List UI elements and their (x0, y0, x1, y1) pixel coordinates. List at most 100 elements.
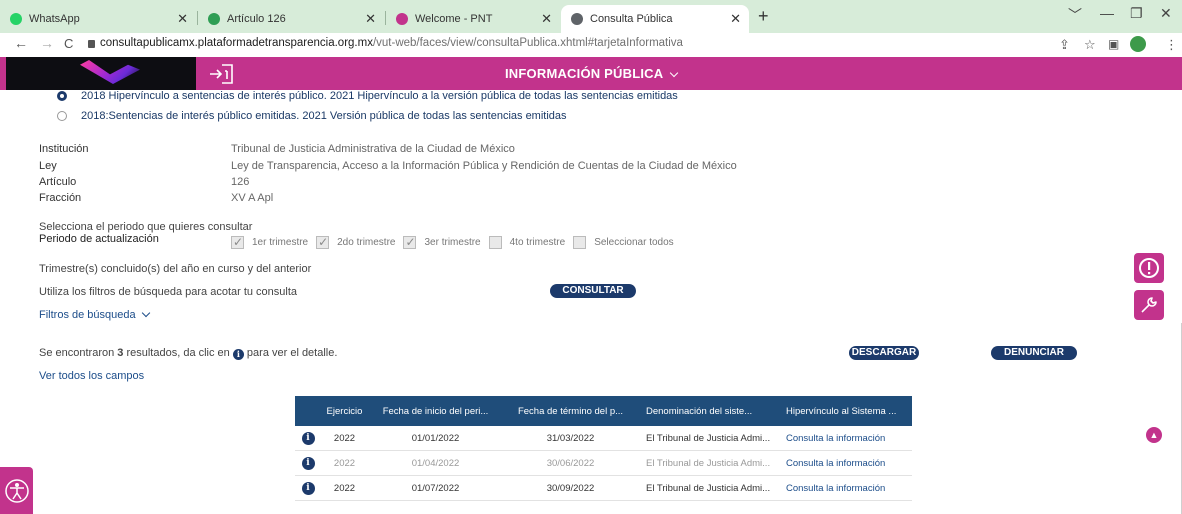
results-summary: Se encontraron 3 resultados, da clic en … (39, 347, 337, 360)
tab-title: Artículo 126 (227, 13, 286, 25)
search-filters-toggle[interactable]: Filtros de búsqueda (39, 308, 150, 321)
format-option[interactable]: 2018:Sentencias de interés público emiti… (57, 110, 567, 122)
arrow-up-icon[interactable]: ▲ (1146, 427, 1162, 443)
table-row: i 2022 01/01/2022 31/03/2022 El Tribunal… (295, 426, 912, 451)
alert-button[interactable] (1134, 253, 1164, 283)
star-icon[interactable]: ☆ (1084, 37, 1096, 53)
table-row: i 2022 01/07/2022 30/09/2022 El Tribunal… (295, 476, 912, 501)
start-date-cell: 01/01/2022 (411, 432, 460, 444)
close-icon[interactable]: ✕ (541, 11, 552, 27)
column-header[interactable]: Fecha de término del p... (503, 406, 638, 417)
fraction-label: Fracción (39, 192, 82, 204)
consult-link[interactable]: Consulta la información (778, 483, 912, 494)
consult-link[interactable]: Consulta la información (778, 433, 912, 444)
article-value: 126 (231, 176, 250, 188)
close-icon[interactable]: ✕ (177, 11, 188, 27)
results-table: Ejercicio Fecha de inicio del peri... Fe… (295, 396, 912, 501)
format-option[interactable]: 2018 Hipervínculo a sentencias de interé… (57, 90, 678, 102)
column-header[interactable]: Ejercicio (321, 406, 368, 417)
logo-shape (80, 60, 140, 84)
tab-welcome-pnt[interactable]: Welcome - PNT ✕ (386, 5, 560, 33)
report-button[interactable]: DENUNCIAR (991, 346, 1077, 360)
period-prompt: Selecciona el periodo que quieres consul… (39, 221, 253, 233)
checkbox-label: 4to trimestre (509, 237, 566, 248)
column-header[interactable]: Denominación del siste... (638, 406, 778, 417)
header-menu-title[interactable]: INFORMACIÓN PÚBLICA (505, 66, 678, 81)
view-all-fields-link[interactable]: Ver todos los campos (39, 370, 144, 382)
info-icon[interactable]: i (301, 431, 315, 445)
table-header: Ejercicio Fecha de inicio del peri... Fe… (295, 396, 912, 426)
globe-icon (571, 13, 583, 25)
column-header[interactable]: Fecha de inicio del peri... (368, 406, 503, 417)
filter-hint: Utiliza los filtros de búsqueda para aco… (39, 286, 298, 298)
year-cell: 2022 (333, 457, 356, 469)
start-date-cell: 01/07/2022 (411, 482, 460, 494)
end-date-cell: 30/09/2022 (546, 482, 595, 494)
law-value: Ley de Transparencia, Acceso a la Inform… (231, 160, 737, 172)
institution-value: Tribunal de Justicia Administrativa de l… (231, 143, 515, 155)
checkbox-label: Seleccionar todos (594, 237, 674, 248)
accessibility-button[interactable] (0, 467, 33, 514)
share-icon[interactable]: ⇪ (1059, 37, 1070, 53)
chevron-down-icon[interactable]: ﹀ (1068, 5, 1082, 25)
profile-avatar[interactable] (1130, 36, 1146, 52)
article-label: Artículo (39, 176, 77, 188)
checkbox-select-all[interactable] (573, 236, 587, 249)
year-cell: 2022 (333, 482, 356, 494)
alert-icon (1139, 258, 1159, 278)
info-icon[interactable]: i (301, 456, 315, 470)
tab-title: Welcome - PNT (415, 13, 493, 25)
consult-button[interactable]: CONSULTAR (550, 284, 636, 298)
end-date-cell: 30/06/2022 (546, 457, 595, 469)
column-header[interactable]: Hipervínculo al Sistema ... (778, 406, 912, 417)
chevron-down-icon (141, 308, 150, 318)
info-icon[interactable]: i (301, 481, 315, 495)
start-date-cell: 01/04/2022 (411, 457, 460, 469)
tools-button[interactable] (1134, 290, 1164, 320)
checkbox-label: 2do trimestre (337, 237, 396, 248)
consult-link[interactable]: Consulta la información (778, 458, 912, 469)
period-note: Trimestre(s) concluido(s) del año en cur… (39, 263, 312, 275)
pnt-logo[interactable] (6, 57, 196, 90)
close-icon[interactable]: ✕ (730, 11, 741, 27)
forward-icon[interactable]: → (40, 35, 54, 51)
fraction-value: XV A Apl (231, 192, 274, 204)
checkbox-q4[interactable] (488, 236, 502, 249)
checkbox-q2[interactable] (316, 235, 330, 249)
back-icon[interactable]: ← (14, 35, 28, 51)
period-label: Periodo de actualización (39, 233, 159, 245)
accessibility-icon (4, 478, 29, 503)
close-icon[interactable]: ✕ (365, 11, 376, 27)
year-cell: 2022 (333, 432, 356, 444)
law-label: Ley (39, 160, 57, 172)
tab-whatsapp[interactable]: WhatsApp ✕ (0, 5, 196, 33)
radio-selected[interactable] (57, 91, 67, 101)
checkbox-q3[interactable] (403, 235, 417, 249)
download-button[interactable]: DESCARGAR (849, 346, 919, 360)
end-date-cell: 31/03/2022 (546, 432, 595, 444)
address-bar: ← → C consultapublicamx.plataformadetran… (0, 33, 1182, 57)
site-favicon-icon (208, 13, 220, 25)
reload-icon[interactable]: C (64, 36, 73, 51)
table-row: i 2022 01/04/2022 30/06/2022 El Tribunal… (295, 451, 912, 476)
institution-label: Institución (39, 143, 89, 155)
login-icon[interactable] (208, 62, 236, 86)
minimize-icon[interactable]: — (1100, 5, 1114, 21)
format-label: 2018:Sentencias de interés público emiti… (81, 110, 567, 122)
tab-consulta-publica[interactable]: Consulta Pública ✕ (561, 5, 749, 33)
menu-icon[interactable]: ⋮ (1165, 37, 1178, 53)
checkbox-q1[interactable] (231, 235, 244, 249)
period-checkboxes: 1er trimestre 2do trimestre 3er trimestr… (231, 235, 682, 249)
plus-icon[interactable]: + (758, 6, 769, 27)
chevron-down-icon (669, 68, 678, 78)
url-field[interactable]: consultapublicamx.plataformadetransparen… (100, 37, 683, 49)
name-cell: El Tribunal de Justicia Admi... (646, 457, 771, 469)
window-close-icon[interactable]: ✕ (1160, 5, 1172, 22)
radio-unselected[interactable] (57, 111, 67, 121)
lock-icon (88, 40, 95, 48)
sidepanel-icon[interactable]: ▣ (1108, 37, 1119, 51)
restore-icon[interactable]: ❐ (1130, 5, 1143, 22)
info-icon: i (232, 349, 244, 360)
tab-articulo-126[interactable]: Artículo 126 ✕ (198, 5, 384, 33)
format-label: 2018 Hipervínculo a sentencias de interé… (81, 90, 678, 102)
